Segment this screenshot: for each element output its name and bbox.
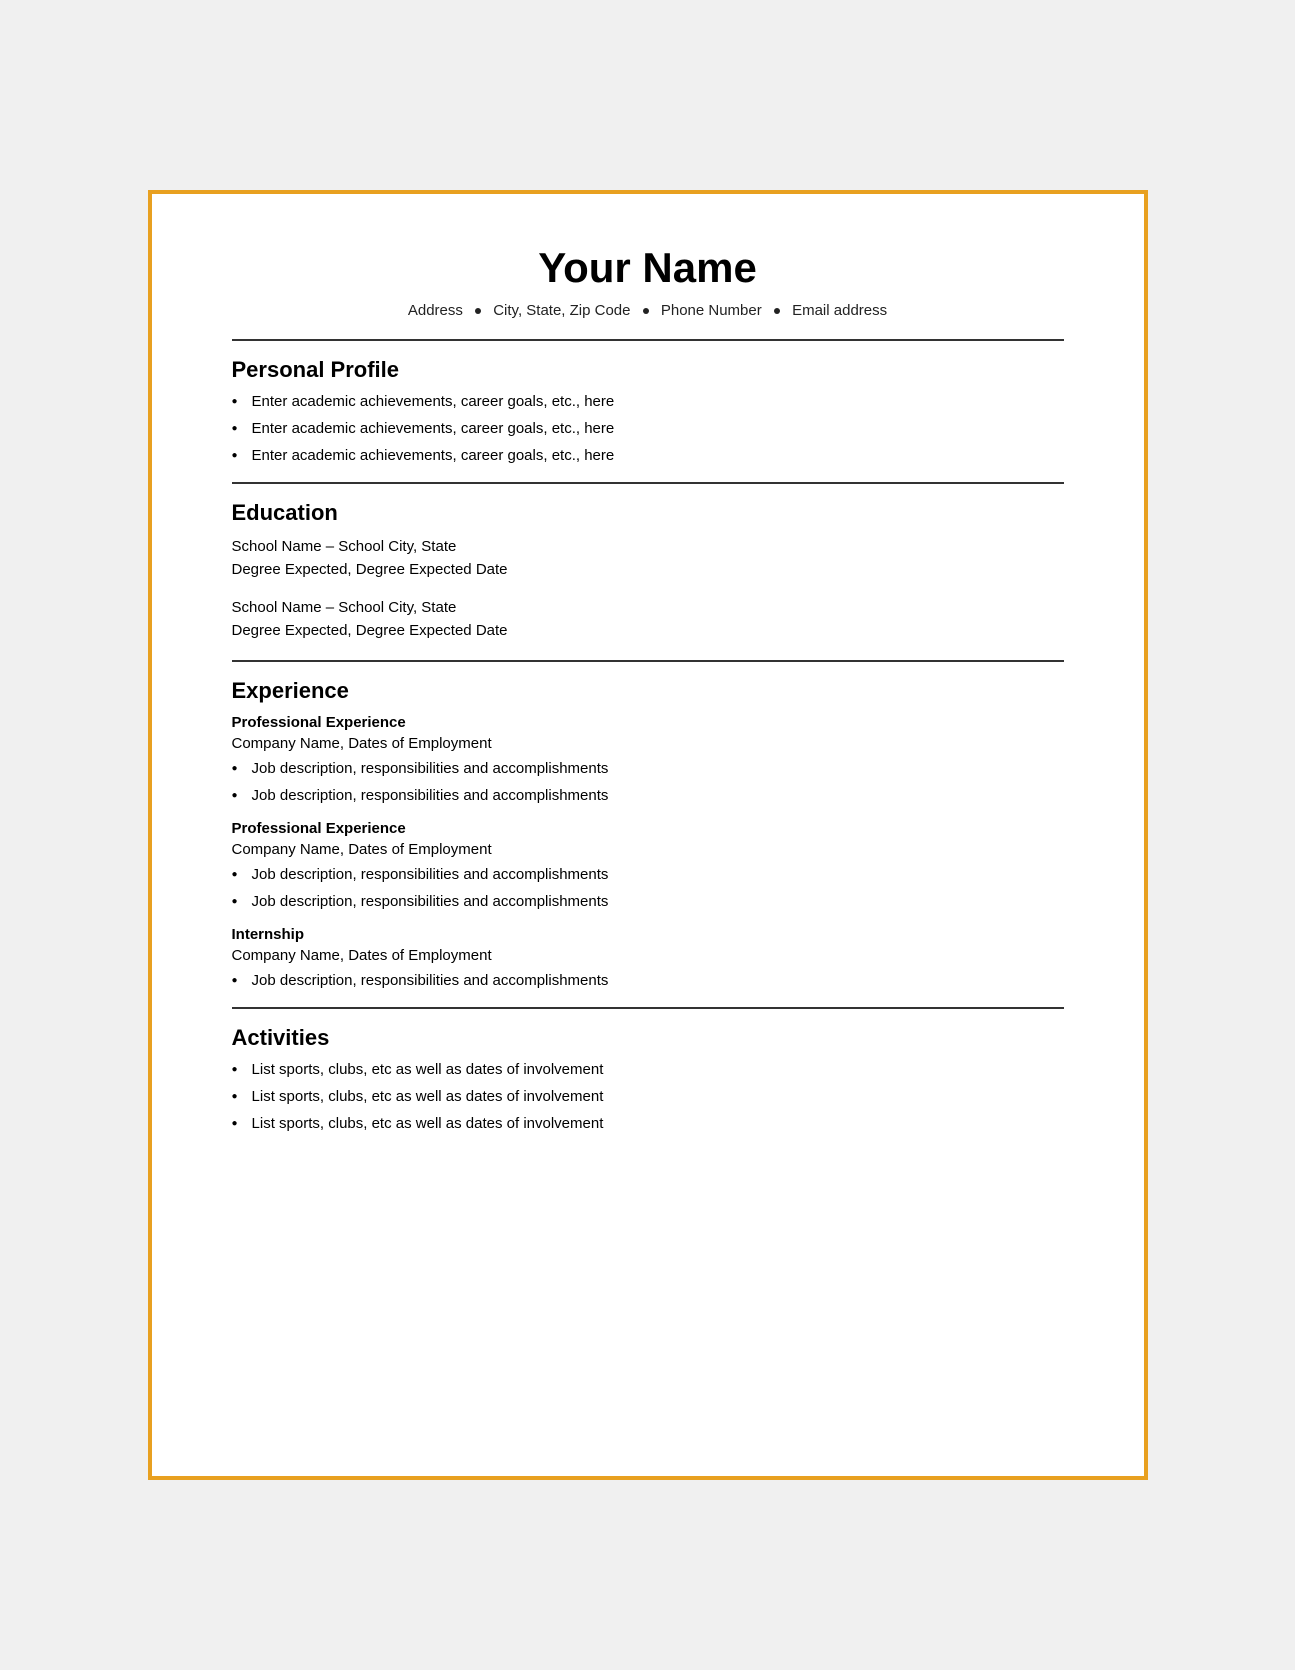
list-item: Enter academic achievements, career goal…	[232, 420, 1064, 437]
list-item: Job description, responsibilities and ac…	[232, 760, 1064, 777]
experience-subsection-2: Professional Experience Company Name, Da…	[232, 820, 1064, 910]
experience-subsection-title-2: Professional Experience	[232, 820, 1064, 837]
list-item: Job description, responsibilities and ac…	[232, 893, 1064, 910]
section-experience: Experience Professional Experience Compa…	[232, 678, 1064, 989]
list-item: Job description, responsibilities and ac…	[232, 787, 1064, 804]
education-degree-1: Degree Expected, Degree Expected Date	[232, 559, 1064, 582]
dot-2	[643, 308, 649, 314]
personal-profile-title: Personal Profile	[232, 357, 1064, 383]
experience-company-3: Company Name, Dates of Employment	[232, 947, 1064, 964]
name-heading: Your Name	[232, 244, 1064, 292]
experience-company-1: Company Name, Dates of Employment	[232, 735, 1064, 752]
education-school-1: School Name – School City, State	[232, 536, 1064, 559]
dot-3	[774, 308, 780, 314]
contact-phone: Phone Number	[661, 302, 762, 319]
list-item: Job description, responsibilities and ac…	[232, 866, 1064, 883]
activities-list: List sports, clubs, etc as well as dates…	[232, 1061, 1064, 1132]
contact-city-state-zip: City, State, Zip Code	[493, 302, 630, 319]
activities-title: Activities	[232, 1025, 1064, 1051]
list-item: Job description, responsibilities and ac…	[232, 972, 1064, 989]
education-entry-2: School Name – School City, State Degree …	[232, 597, 1064, 642]
list-item: List sports, clubs, etc as well as dates…	[232, 1061, 1064, 1078]
contact-address: Address	[408, 302, 463, 319]
divider-1	[232, 339, 1064, 341]
experience-subsection-1: Professional Experience Company Name, Da…	[232, 714, 1064, 804]
experience-subsection-title-1: Professional Experience	[232, 714, 1064, 731]
dot-1	[475, 308, 481, 314]
experience-company-2: Company Name, Dates of Employment	[232, 841, 1064, 858]
education-title: Education	[232, 500, 1064, 526]
contact-line: Address City, State, Zip Code Phone Numb…	[232, 302, 1064, 319]
contact-email: Email address	[792, 302, 887, 319]
divider-3	[232, 660, 1064, 662]
experience-list-1: Job description, responsibilities and ac…	[232, 760, 1064, 804]
section-activities: Activities List sports, clubs, etc as we…	[232, 1025, 1064, 1132]
list-item: List sports, clubs, etc as well as dates…	[232, 1115, 1064, 1132]
list-item: List sports, clubs, etc as well as dates…	[232, 1088, 1064, 1105]
section-education: Education School Name – School City, Sta…	[232, 500, 1064, 642]
resume-page: Your Name Address City, State, Zip Code …	[148, 190, 1148, 1480]
divider-2	[232, 482, 1064, 484]
resume-header: Your Name Address City, State, Zip Code …	[232, 244, 1064, 319]
experience-list-2: Job description, responsibilities and ac…	[232, 866, 1064, 910]
list-item: Enter academic achievements, career goal…	[232, 447, 1064, 464]
experience-title: Experience	[232, 678, 1064, 704]
education-degree-2: Degree Expected, Degree Expected Date	[232, 620, 1064, 643]
divider-4	[232, 1007, 1064, 1009]
experience-list-3: Job description, responsibilities and ac…	[232, 972, 1064, 989]
section-personal-profile: Personal Profile Enter academic achievem…	[232, 357, 1064, 464]
personal-profile-list: Enter academic achievements, career goal…	[232, 393, 1064, 464]
education-school-2: School Name – School City, State	[232, 597, 1064, 620]
education-entry-1: School Name – School City, State Degree …	[232, 536, 1064, 581]
experience-subsection-title-3: Internship	[232, 926, 1064, 943]
list-item: Enter academic achievements, career goal…	[232, 393, 1064, 410]
experience-subsection-3: Internship Company Name, Dates of Employ…	[232, 926, 1064, 989]
